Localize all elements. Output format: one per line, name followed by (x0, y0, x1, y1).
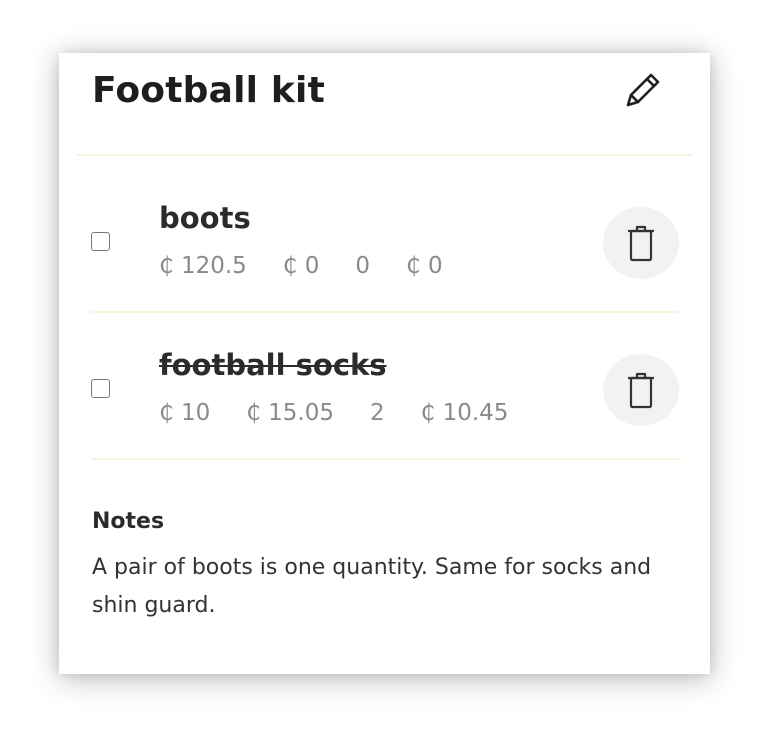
item-paid: ₵ 15.05 (246, 400, 335, 426)
item-paid: ₵ 0 (282, 253, 320, 279)
item-name: football socks (159, 348, 387, 382)
delete-item-button[interactable] (603, 354, 679, 426)
list-item: boots ₵ 120.5 ₵ 0 0 ₵ 0 (91, 167, 679, 313)
delete-item-button[interactable] (603, 207, 679, 279)
item-values: ₵ 10 ₵ 15.05 2 ₵ 10.45 (159, 402, 544, 425)
item-total: ₵ 10.45 (420, 400, 509, 426)
notes-label: Notes (92, 509, 165, 534)
item-divider (91, 458, 679, 460)
item-divider (91, 311, 679, 313)
edit-list-button[interactable] (615, 67, 667, 113)
item-quantity: 0 (355, 253, 371, 279)
item-price: ₵ 120.5 (159, 253, 247, 279)
item-price: ₵ 10 (159, 400, 211, 426)
pencil-icon (626, 73, 660, 107)
trash-icon (628, 225, 654, 262)
item-checkbox[interactable] (91, 379, 110, 398)
list-item: football socks ₵ 10 ₵ 15.05 2 ₵ 10.45 (91, 314, 679, 460)
item-name: boots (159, 201, 251, 235)
item-total: ₵ 0 (406, 253, 443, 279)
list-card: Football kit boots ₵ 120.5 ₵ 0 0 ₵ 0 foo… (59, 53, 710, 674)
notes-text: A pair of boots is one quantity. Same fo… (92, 555, 652, 618)
trash-icon (628, 372, 654, 409)
list-title: Football kit (92, 70, 325, 111)
item-quantity: 2 (370, 400, 385, 426)
item-values: ₵ 120.5 ₵ 0 0 ₵ 0 (159, 255, 479, 278)
item-checkbox[interactable] (91, 232, 110, 251)
header-divider (77, 154, 693, 156)
